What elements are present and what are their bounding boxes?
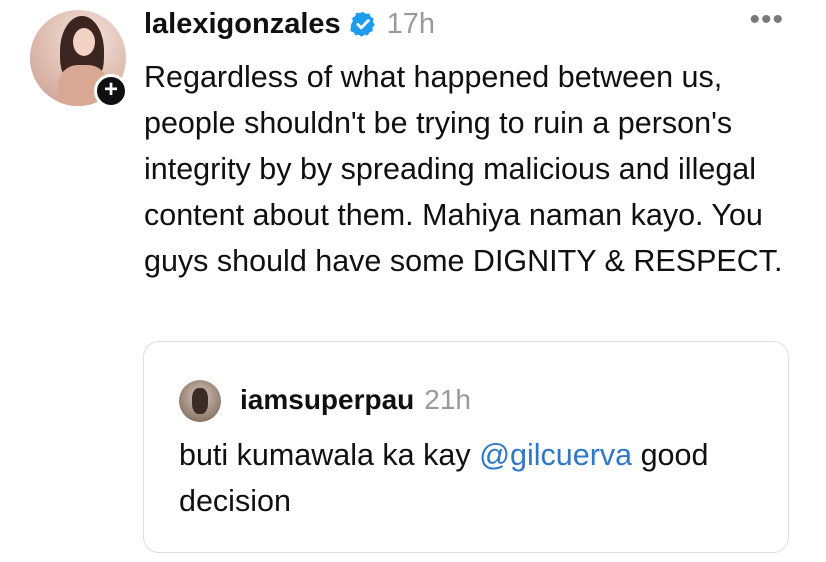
quoted-author-avatar[interactable] [179,380,221,422]
quoted-post-text: buti kumawala ka kay @gilcuerva good dec… [179,432,769,524]
threads-post: + lalexigonzales 17h ••• Regardless of w… [0,0,826,562]
quoted-post[interactable]: iamsuperpau 21h buti kumawala ka kay @gi… [143,341,789,553]
quoted-author-username[interactable]: iamsuperpau [240,384,414,416]
post-text: Regardless of what happened between us, … [144,60,783,278]
more-horizontal-icon[interactable]: ••• [749,5,784,35]
quoted-post-header: iamsuperpau 21h [240,378,471,422]
quoted-text-before: buti kumawala ka kay [179,438,480,472]
mention-link[interactable]: @gilcuerva [479,438,632,472]
quoted-post-time: 21h [424,384,471,415]
verified-badge-icon [349,10,377,38]
follow-plus-icon[interactable]: + [94,74,128,108]
post-time: 17h [386,7,436,40]
post-header: lalexigonzales 17h [144,4,435,44]
author-username[interactable]: lalexigonzales [144,8,341,41]
author-avatar[interactable]: + [30,10,130,110]
